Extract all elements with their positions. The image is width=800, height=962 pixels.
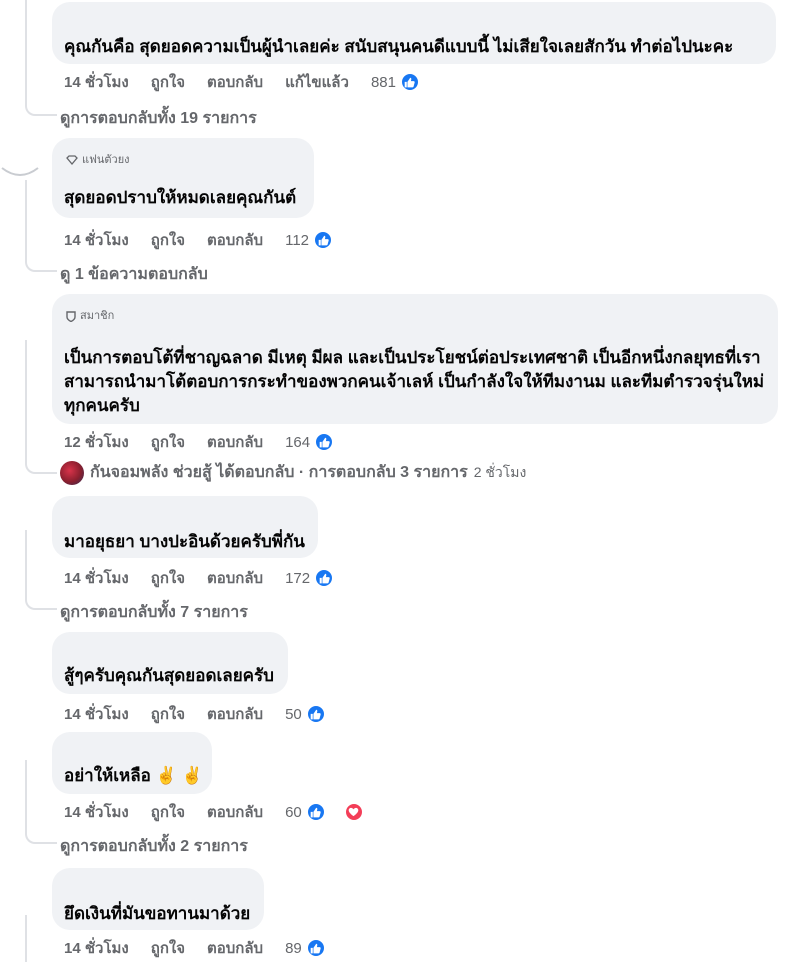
thread-elbow	[25, 594, 57, 610]
reaction-count: 60	[285, 803, 302, 821]
comment-bubble: ยึดเงินที่มันขอทานมาด้วย	[52, 868, 264, 930]
thread-curl	[1, 167, 39, 176]
thumbs-up-icon	[314, 432, 335, 452]
reaction-count: 172	[285, 569, 311, 587]
thumbs-up-icon	[313, 230, 334, 250]
badge-label: สมาชิก	[80, 310, 115, 322]
like-button[interactable]: ถูกใจ	[151, 702, 185, 726]
comment-text: มาอยุธยา บางปะอินด้วยครับพี่กัน	[64, 532, 305, 551]
comment-time[interactable]: 14 ชั่วโมง	[64, 800, 129, 824]
member-badge: สมาชิก	[66, 304, 114, 328]
comment-time[interactable]: 14 ชั่วโมง	[64, 70, 129, 94]
comment-text-body: อย่าให้เหลือ	[64, 766, 151, 785]
reaction-summary[interactable]: 112	[285, 230, 355, 250]
comment-time[interactable]: 14 ชั่วโมง	[64, 228, 129, 252]
reaction-summary[interactable]: 50	[285, 704, 348, 724]
reaction-summary[interactable]: 164	[285, 432, 356, 452]
view-replies-link[interactable]: ดู 1 ข้อความตอบกลับ	[60, 262, 208, 287]
comment-text: สุดยอดปราบให้หมดเลยคุณกันต์	[64, 188, 297, 207]
comment-text-line: เป็นการตอบโต้ที่ชาญฉลาด มีเหตุ มีผล และเ…	[64, 348, 761, 367]
comment-bubble: สมาชิก เป็นการตอบโต้ที่ชาญฉลาด มีเหตุ มี…	[52, 294, 778, 424]
thread-line	[25, 340, 27, 460]
reaction-summary[interactable]: 881	[371, 72, 442, 92]
thread-line	[25, 760, 27, 828]
reply-button[interactable]: ตอบกลับ	[207, 430, 263, 454]
reaction-count: 50	[285, 705, 302, 723]
like-button[interactable]: ถูกใจ	[151, 566, 185, 590]
thread-elbow	[25, 828, 57, 844]
reply-button[interactable]: ตอบกลับ	[207, 566, 263, 590]
fan-badge: แฟนตัวยง	[66, 148, 130, 172]
thread-elbow	[25, 256, 57, 272]
comment-bubble: สู้ๆครับคุณกันสุดยอดเลยครับ	[52, 632, 288, 694]
comment-bubble: มาอยุธยา บางปะอินด้วยครับพี่กัน	[52, 496, 318, 558]
thumbs-up-icon	[399, 72, 420, 92]
diamond-icon	[66, 155, 78, 165]
reply-summary-link[interactable]: กันจอมพลัง ช่วยสู้ ได้ตอบกลับ · การตอบกล…	[60, 460, 526, 485]
reaction-summary[interactable]: 172	[285, 568, 356, 588]
comment-time[interactable]: 14 ชั่วโมง	[64, 566, 129, 590]
like-button[interactable]: ถูกใจ	[151, 800, 185, 824]
reply-button[interactable]: ตอบกลับ	[207, 800, 263, 824]
reply-button[interactable]: ตอบกลับ	[207, 228, 263, 252]
thread-line	[25, 0, 27, 100]
comment-bubble: อย่าให้เหลือ ✌️ ✌️	[52, 732, 212, 794]
view-replies-link[interactable]: ดูการตอบกลับทั้ง 2 รายการ	[60, 834, 248, 859]
comment-bubble: แฟนตัวยง สุดยอดปราบให้หมดเลยคุณกันต์	[52, 138, 314, 218]
comment-text: อย่าให้เหลือ ✌️ ✌️	[64, 764, 203, 788]
thread-elbow	[25, 458, 57, 474]
comment-actions: 14 ชั่วโมง ถูกใจ ตอบกลับ 50	[64, 702, 348, 726]
thread-line	[25, 915, 27, 962]
reply-button[interactable]: ตอบกลับ	[207, 702, 263, 726]
like-button[interactable]: ถูกใจ	[151, 936, 185, 960]
comment-text: คุณกันคือ สุดยอดความเป็นผู้นำเลยค่ะ สนับ…	[64, 37, 734, 56]
reply-summary-time: 2 ชั่วโมง	[473, 463, 527, 480]
reaction-count: 164	[285, 433, 311, 451]
reaction-count: 881	[370, 73, 396, 91]
comment-actions: 14 ชั่วโมง ถูกใจ ตอบกลับ 89	[64, 936, 348, 960]
thumbs-up-icon	[305, 704, 326, 724]
comment-time[interactable]: 14 ชั่วโมง	[64, 702, 129, 726]
comment-actions: 14 ชั่วโมง ถูกใจ ตอบกลับ 112	[64, 228, 355, 252]
reaction-summary[interactable]: 89	[285, 938, 348, 958]
thumbs-up-icon	[305, 938, 326, 958]
comment-bubble: คุณกันคือ สุดยอดความเป็นผู้นำเลยค่ะ สนับ…	[52, 2, 776, 64]
edited-label: แก้ไขแล้ว	[285, 74, 349, 91]
reaction-summary[interactable]: 60	[285, 802, 386, 822]
like-button[interactable]: ถูกใจ	[151, 228, 185, 252]
comment-actions: 14 ชั่วโมง ถูกใจ ตอบกลับ 172	[64, 566, 356, 590]
comment-text-line: สามารถนำมาโต้ตอบการกระทำของพวกคนเจ้าเลห์…	[64, 372, 765, 391]
reaction-count: 112	[285, 231, 310, 249]
thread-elbow	[25, 100, 57, 116]
heart-icon	[343, 802, 364, 822]
comment-text: ยึดเงินที่มันขอทานมาด้วย	[64, 904, 251, 923]
thread-line	[25, 530, 27, 594]
like-button[interactable]: ถูกใจ	[151, 430, 185, 454]
comment-actions: 12 ชั่วโมง ถูกใจ ตอบกลับ 164	[64, 430, 356, 454]
reply-button[interactable]: ตอบกลับ	[207, 936, 263, 960]
comment-actions: 14 ชั่วโมง ถูกใจ ตอบกลับ แก้ไขแล้ว 881	[64, 70, 442, 94]
thumbs-up-icon	[314, 568, 335, 588]
thread-line	[25, 180, 27, 256]
view-replies-link[interactable]: ดูการตอบกลับทั้ง 19 รายการ	[60, 106, 257, 131]
comment-text-line: ทุกคนครับ	[64, 396, 140, 415]
comment-actions: 14 ชั่วโมง ถูกใจ ตอบกลับ 60	[64, 800, 386, 824]
view-replies-link[interactable]: ดูการตอบกลับทั้ง 7 รายการ	[60, 600, 248, 625]
reaction-count: 89	[285, 939, 302, 957]
thumbs-up-icon	[305, 802, 326, 822]
comment-time[interactable]: 12 ชั่วโมง	[64, 430, 129, 454]
victory-hand-emoji: ✌️ ✌️	[155, 766, 203, 785]
comment-time[interactable]: 14 ชั่วโมง	[64, 936, 129, 960]
comment-text: สู้ๆครับคุณกันสุดยอดเลยครับ	[64, 666, 274, 685]
shield-icon	[66, 310, 76, 322]
like-button[interactable]: ถูกใจ	[151, 70, 185, 94]
reply-summary-text: กันจอมพลัง ช่วยสู้ ได้ตอบกลับ · การตอบกล…	[90, 464, 468, 481]
reply-button[interactable]: ตอบกลับ	[207, 70, 263, 94]
avatar	[60, 460, 84, 485]
badge-label: แฟนตัวยง	[82, 154, 130, 166]
